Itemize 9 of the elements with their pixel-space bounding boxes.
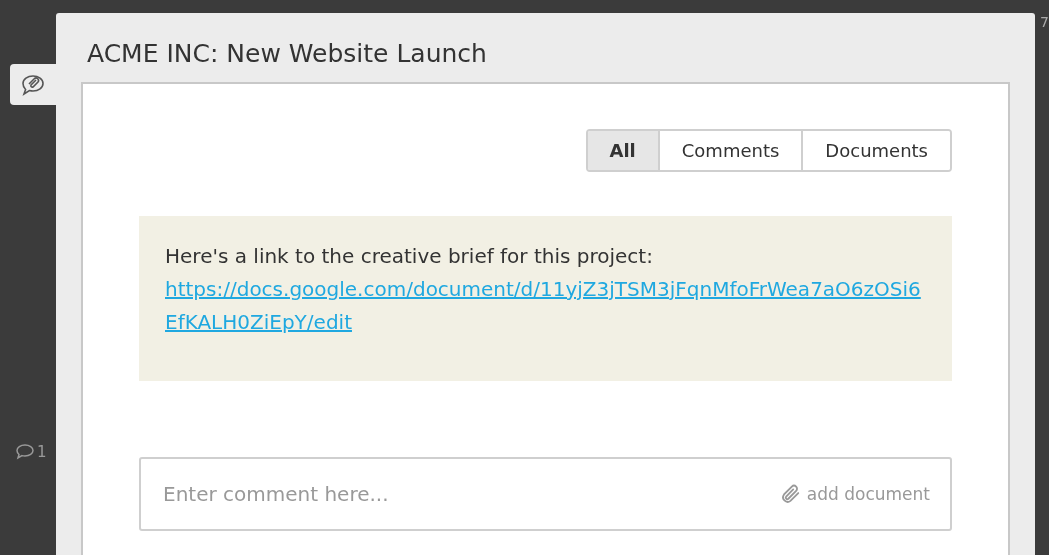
comment-count: 1 — [37, 443, 47, 461]
modal-title: ACME INC: New Website Launch — [86, 38, 488, 70]
speech-bubble-icon — [15, 443, 35, 461]
message-text: Here's a link to the creative brief for this project: — [165, 243, 654, 270]
background-text: 7 — [1040, 14, 1049, 30]
speech-bubble-clip-icon — [20, 72, 46, 97]
side-tab[interactable] — [10, 64, 56, 105]
filter-tab[interactable]: All — [587, 131, 658, 170]
filter-tab[interactable]: Documents — [801, 131, 950, 170]
